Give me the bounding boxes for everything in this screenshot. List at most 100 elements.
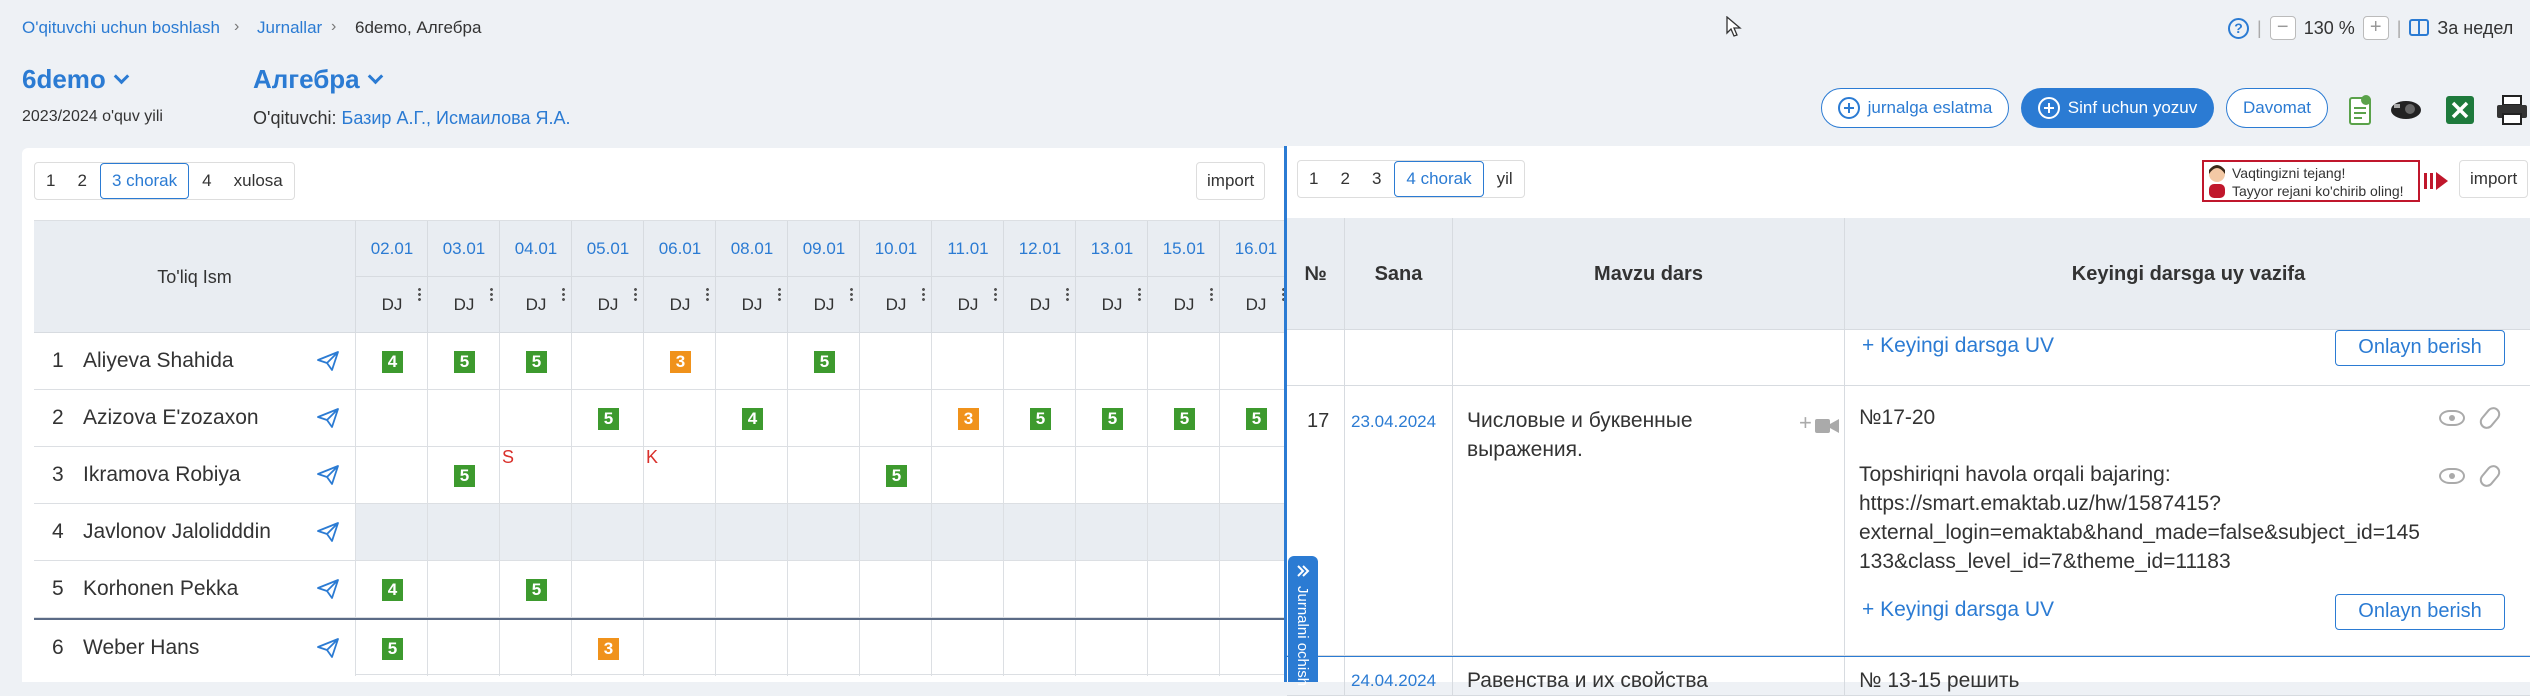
attendance-mark[interactable]: S	[502, 447, 514, 468]
date-column-header[interactable]: 10.01 DJ	[860, 221, 932, 333]
grade-cell[interactable]	[1004, 333, 1076, 389]
eye-icon[interactable]	[2439, 468, 2465, 484]
more-options-icon[interactable]	[1210, 287, 1213, 301]
grade-cell[interactable]	[1004, 561, 1076, 617]
book-icon[interactable]	[2409, 19, 2430, 37]
video-camera-icon[interactable]	[1815, 418, 1839, 434]
more-options-icon[interactable]	[490, 287, 493, 301]
grade-badge[interactable]: 5	[454, 351, 475, 373]
grade-cell[interactable]	[644, 504, 716, 560]
tab-period-1[interactable]: 1	[1298, 161, 1329, 197]
date-column-header[interactable]: 09.01 DJ	[788, 221, 860, 333]
lesson-date-header[interactable]: 05.01	[572, 221, 644, 277]
webcam-icon[interactable]	[2388, 92, 2424, 128]
tab-summary[interactable]: xulosa	[223, 163, 294, 199]
grade-badge[interactable]: 4	[382, 579, 403, 601]
more-options-icon[interactable]	[1066, 287, 1069, 301]
date-column-header[interactable]: 03.01 DJ	[428, 221, 500, 333]
grade-cell[interactable]: S	[500, 447, 572, 503]
grade-cell[interactable]: 5	[1004, 390, 1076, 446]
lesson-date-header[interactable]: 04.01	[500, 221, 572, 277]
more-options-icon[interactable]	[418, 287, 421, 301]
grade-cell[interactable]	[644, 390, 716, 446]
grade-cell[interactable]	[1148, 333, 1220, 389]
tab-quarter-2[interactable]: 2	[66, 163, 97, 199]
grade-badge[interactable]: 5	[1246, 408, 1267, 430]
grade-cell[interactable]	[932, 561, 1004, 617]
grade-cell[interactable]	[716, 447, 788, 503]
tab-period-2[interactable]: 2	[1329, 161, 1360, 197]
student-name[interactable]: Aliyeva Shahida	[83, 333, 234, 389]
arrow-right-icon[interactable]	[2424, 170, 2450, 192]
lesson-date-header[interactable]: 09.01	[788, 221, 860, 277]
date-column-header[interactable]: 06.01 DJ	[644, 221, 716, 333]
tab-quarter-4[interactable]: 4	[191, 163, 222, 199]
grade-cell[interactable]	[572, 447, 644, 503]
grade-cell[interactable]	[428, 390, 500, 446]
grade-cell[interactable]: 5	[500, 561, 572, 617]
grade-cell[interactable]	[932, 620, 1004, 676]
tab-quarter-1[interactable]: 1	[35, 163, 66, 199]
promo-banner[interactable]: Vaqtingizni tejang! Tayyor rejani ko'chi…	[2202, 160, 2420, 202]
grade-cell[interactable]	[788, 504, 860, 560]
grade-cell[interactable]	[428, 620, 500, 676]
grade-cell[interactable]	[1076, 333, 1148, 389]
grade-cell[interactable]	[716, 333, 788, 389]
student-name[interactable]: Azizova E'zozaxon	[83, 390, 259, 446]
group-selector[interactable]: 6demo	[22, 64, 130, 95]
lesson-date[interactable]: 24.04.2024	[1351, 671, 1436, 691]
grade-cell[interactable]	[788, 390, 860, 446]
excel-icon[interactable]	[2442, 92, 2478, 128]
lesson-date-header[interactable]: 16.01	[1220, 221, 1292, 277]
journal-export-icon[interactable]	[2342, 92, 2378, 128]
grade-badge[interactable]: 5	[454, 465, 475, 487]
lesson-date[interactable]: 23.04.2024	[1351, 412, 1436, 432]
send-message-icon[interactable]	[317, 638, 339, 658]
grade-cell[interactable]	[1220, 447, 1292, 503]
grade-cell[interactable]: 3	[572, 620, 644, 676]
date-column-header[interactable]: 04.01 DJ	[500, 221, 572, 333]
zoom-out-button[interactable]: −	[2269, 16, 2296, 40]
import-button[interactable]: import	[1196, 162, 1266, 200]
add-homework-link[interactable]: + Keyingi darsga UV	[1862, 334, 2054, 358]
grade-cell[interactable]	[860, 561, 932, 617]
send-message-icon[interactable]	[317, 522, 339, 542]
class-note-button[interactable]: Sinf uchun yozuv	[2021, 88, 2214, 128]
grade-cell[interactable]	[1076, 561, 1148, 617]
lesson-date-header[interactable]: 03.01	[428, 221, 500, 277]
grade-badge[interactable]: 5	[526, 579, 547, 601]
grade-cell[interactable]: 5	[428, 447, 500, 503]
grade-badge[interactable]: 5	[382, 638, 403, 660]
grade-badge[interactable]: 4	[382, 351, 403, 373]
grade-cell[interactable]	[788, 447, 860, 503]
send-message-icon[interactable]	[317, 408, 339, 428]
grade-cell[interactable]	[572, 504, 644, 560]
zoom-in-button[interactable]: +	[2362, 16, 2389, 40]
grade-cell[interactable]	[500, 390, 572, 446]
breadcrumb-journals[interactable]: Jurnallar	[257, 18, 322, 38]
grade-badge[interactable]: 5	[814, 351, 835, 373]
lesson-date-header[interactable]: 15.01	[1148, 221, 1220, 277]
open-journal-tab[interactable]: Jurnalni ochish	[1288, 556, 1318, 686]
grade-cell[interactable]	[1004, 504, 1076, 560]
grade-cell[interactable]	[788, 561, 860, 617]
grade-cell[interactable]: 5	[1220, 390, 1292, 446]
paperclip-icon[interactable]	[2476, 404, 2504, 432]
grade-cell[interactable]	[500, 620, 572, 676]
grade-cell[interactable]: 3	[932, 390, 1004, 446]
more-options-icon[interactable]	[562, 287, 565, 301]
grade-cell[interactable]	[356, 447, 428, 503]
grade-cell[interactable]	[572, 561, 644, 617]
grade-cell[interactable]	[860, 620, 932, 676]
tab-period-3[interactable]: 3	[1361, 161, 1392, 197]
grade-cell[interactable]	[932, 504, 1004, 560]
online-assign-button[interactable]: Onlayn berish	[2335, 594, 2505, 630]
online-assign-button[interactable]: Onlayn berish	[2335, 330, 2505, 366]
teacher-names[interactable]: Базир А.Г., Исмаилова Я.А.	[342, 108, 571, 128]
attendance-button[interactable]: Davomat	[2226, 88, 2328, 128]
eye-icon[interactable]	[2439, 410, 2465, 426]
date-column-header[interactable]: 02.01 DJ	[356, 221, 428, 333]
grade-cell[interactable]	[716, 561, 788, 617]
help-icon[interactable]: ?	[2228, 17, 2249, 39]
grade-cell[interactable]	[1148, 447, 1220, 503]
